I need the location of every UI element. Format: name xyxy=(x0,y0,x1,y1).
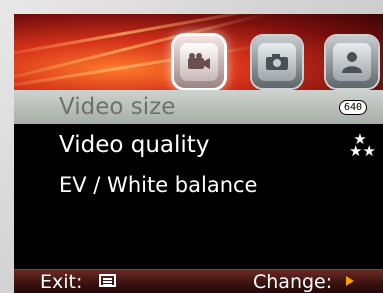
resolution-badge: 640 xyxy=(338,99,367,115)
menu-item-video-quality[interactable]: Video quality ★ ★★ xyxy=(14,128,383,162)
menu-item-label: Video quality xyxy=(59,132,210,158)
tab-settings[interactable] xyxy=(326,36,378,88)
change-label: Change: xyxy=(253,271,333,293)
menu-item-label: EV / White balance xyxy=(59,173,258,197)
video-camera-icon xyxy=(180,43,218,81)
menu-header xyxy=(14,14,383,90)
menu-item-video-size[interactable]: Video size 640 xyxy=(14,90,383,124)
right-arrow-icon xyxy=(346,276,354,286)
tab-video[interactable] xyxy=(174,36,224,88)
menu-icon xyxy=(99,274,116,287)
footer-bar: Exit: Change: xyxy=(14,269,383,293)
exit-label: Exit: xyxy=(40,271,83,293)
tab-photo[interactable] xyxy=(252,36,302,88)
menu-item-ev-white-balance[interactable]: EV / White balance xyxy=(14,168,383,202)
camera-icon xyxy=(258,43,296,81)
menu-item-label: Video size xyxy=(59,94,176,120)
person-settings-icon xyxy=(333,43,371,81)
camera-screen: Video size 640 Video quality ★ ★★ EV / Wh… xyxy=(14,14,383,293)
stars-icon: ★ ★★ xyxy=(349,130,376,160)
